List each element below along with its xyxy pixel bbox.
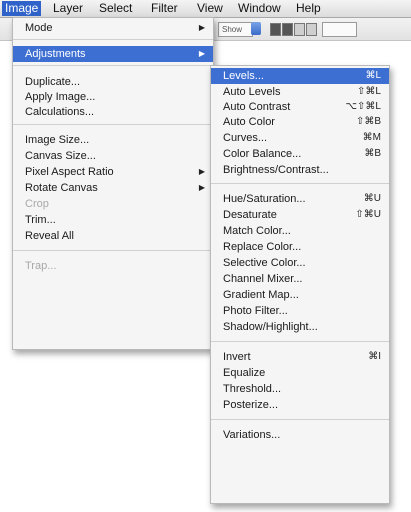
submenu-item-replace-color[interactable]: Replace Color...: [211, 239, 389, 255]
submenu-item-levels[interactable]: Levels... ⌘L: [211, 68, 389, 84]
submenu-item-shadow-highlight[interactable]: Shadow/Highlight...: [211, 319, 389, 335]
submenu-item-photo-filter[interactable]: Photo Filter...: [211, 303, 389, 319]
submenu-item-desaturate[interactable]: Desaturate ⇧⌘U: [211, 207, 389, 223]
submenu-arrow-icon: ▶: [198, 49, 205, 58]
menu-bar: Image Layer Select Filter View Window He…: [0, 0, 411, 18]
adjustments-submenu: Levels... ⌘L Auto Levels ⇧⌘L Auto Contra…: [210, 65, 390, 504]
menu-item-label: Rotate Canvas: [25, 182, 98, 194]
image-menu: Mode ▶ Adjustments ▶ Duplicate... Apply …: [12, 17, 214, 350]
shortcut-label: ⌘M: [362, 132, 381, 143]
mode-stepper[interactable]: [251, 22, 261, 35]
menu-item-pixel-aspect-ratio[interactable]: Pixel Aspect Ratio ▶: [13, 164, 213, 180]
submenu-item-color-balance[interactable]: Color Balance... ⌘B: [211, 146, 389, 162]
menu-separator: [13, 250, 213, 251]
submenu-item-variations[interactable]: Variations...: [211, 427, 389, 443]
shortcut-label: ⌘U: [363, 193, 381, 204]
menu-item-mode[interactable]: Mode ▶: [13, 20, 213, 36]
menu-item-label: Auto Levels: [223, 86, 281, 98]
submenu-item-hue-saturation[interactable]: Hue/Saturation... ⌘U: [211, 191, 389, 207]
shortcut-label: ⌘I: [368, 351, 381, 362]
menu-item-crop: Crop: [25, 198, 49, 210]
toolbar-button-4[interactable]: [306, 23, 317, 36]
menu-item-label: Pixel Aspect Ratio: [25, 166, 114, 178]
options-field[interactable]: [322, 22, 357, 37]
menu-separator: [13, 65, 213, 66]
submenu-arrow-icon: ▶: [198, 167, 205, 176]
menu-item-rotate-canvas[interactable]: Rotate Canvas ▶: [13, 180, 213, 196]
menu-item-image-size[interactable]: Image Size...: [13, 132, 213, 148]
toolbar-button-2[interactable]: [282, 23, 293, 36]
menu-filter[interactable]: Filter: [148, 1, 181, 16]
menu-separator: [13, 124, 213, 125]
menu-item-adjustments[interactable]: Adjustments ▶: [13, 46, 213, 62]
submenu-item-invert[interactable]: Invert ⌘I: [211, 349, 389, 365]
menu-item-label: Brightness/Contrast...: [223, 164, 329, 176]
submenu-item-posterize[interactable]: Posterize...: [211, 397, 389, 413]
menu-item-label: Invert: [223, 351, 251, 363]
menu-item-duplicate[interactable]: Duplicate...: [13, 74, 213, 90]
submenu-item-threshold[interactable]: Threshold...: [211, 381, 389, 397]
menu-image[interactable]: Image: [2, 1, 42, 16]
menu-view[interactable]: View: [194, 1, 226, 16]
mode-select[interactable]: Show: [218, 22, 253, 37]
menu-separator: [211, 419, 389, 420]
submenu-item-selective-color[interactable]: Selective Color...: [211, 255, 389, 271]
toolbar-button-3[interactable]: [294, 23, 305, 36]
menu-layer[interactable]: Layer: [50, 1, 86, 16]
menu-item-trim[interactable]: Trim...: [13, 212, 213, 228]
menu-item-label: Adjustments: [25, 48, 86, 60]
toolbar-button-1[interactable]: [270, 23, 281, 36]
menu-item-label: Hue/Saturation...: [223, 193, 306, 205]
submenu-arrow-icon: ▶: [198, 183, 205, 192]
shortcut-label: ⌥⇧⌘L: [345, 101, 381, 112]
submenu-item-auto-color[interactable]: Auto Color ⇧⌘B: [211, 114, 389, 130]
menu-item-label: Curves...: [223, 132, 268, 144]
submenu-item-auto-contrast[interactable]: Auto Contrast ⌥⇧⌘L: [211, 99, 389, 115]
menu-item-canvas-size[interactable]: Canvas Size...: [13, 148, 213, 164]
menu-item-apply-image[interactable]: Apply Image...: [13, 89, 213, 105]
menu-separator: [13, 39, 213, 40]
submenu-item-curves[interactable]: Curves... ⌘M: [211, 130, 389, 146]
shortcut-label: ⇧⌘L: [357, 86, 381, 97]
submenu-arrow-icon: ▶: [198, 23, 205, 32]
menu-item-label: Mode: [25, 22, 53, 34]
shortcut-label: ⌘B: [364, 148, 381, 159]
menu-item-label: Levels...: [223, 70, 264, 82]
submenu-item-auto-levels[interactable]: Auto Levels ⇧⌘L: [211, 84, 389, 100]
menu-window[interactable]: Window: [235, 1, 284, 16]
submenu-item-equalize[interactable]: Equalize: [211, 365, 389, 381]
shortcut-label: ⇧⌘U: [355, 209, 381, 220]
menu-separator: [211, 183, 389, 184]
menu-item-label: Auto Color: [223, 116, 275, 128]
submenu-item-channel-mixer[interactable]: Channel Mixer...: [211, 271, 389, 287]
menu-item-trap: Trap...: [25, 260, 57, 272]
menu-select[interactable]: Select: [96, 1, 135, 16]
menu-item-label: Auto Contrast: [223, 101, 291, 113]
menu-item-reveal-all[interactable]: Reveal All: [13, 228, 213, 244]
menu-item-label: Desaturate: [223, 209, 277, 221]
submenu-item-gradient-map[interactable]: Gradient Map...: [211, 287, 389, 303]
menu-item-label: Color Balance...: [223, 148, 302, 160]
menu-separator: [211, 341, 389, 342]
shortcut-label: ⌘L: [365, 70, 381, 81]
submenu-item-match-color[interactable]: Match Color...: [211, 223, 389, 239]
shortcut-label: ⇧⌘B: [355, 116, 381, 127]
menu-help[interactable]: Help: [293, 1, 324, 16]
submenu-item-brightness-contrast[interactable]: Brightness/Contrast...: [211, 162, 389, 178]
menu-item-calculations[interactable]: Calculations...: [13, 104, 213, 120]
